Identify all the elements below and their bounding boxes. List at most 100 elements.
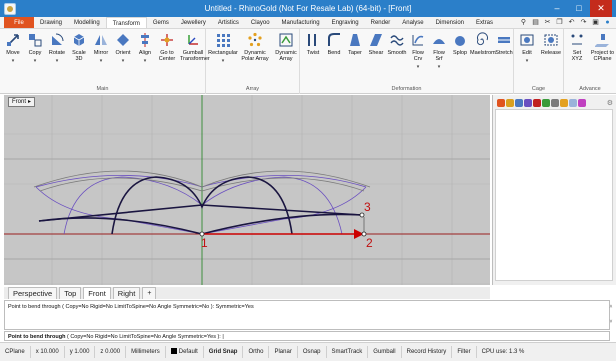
record-history-toggle[interactable]: Record History	[402, 346, 453, 358]
gumball-transformer-button[interactable]: Gumball Transformer	[180, 32, 210, 62]
undo-icon[interactable]: ↶	[567, 18, 576, 27]
palette-icon[interactable]	[578, 99, 586, 107]
tab-engraving[interactable]: Engraving	[326, 17, 365, 28]
maelstrom-button[interactable]: Maelstrom	[470, 32, 496, 56]
orient-icon	[117, 34, 129, 46]
stretch-button[interactable]: Stretch	[494, 32, 514, 56]
tab-right[interactable]: Right	[112, 287, 141, 299]
tab-gems[interactable]: Gems	[147, 17, 175, 28]
dynamic-polar-array-button[interactable]: Dynamic Polar Array	[240, 32, 270, 62]
gear-icon[interactable]: ⚙	[607, 99, 613, 107]
splop-button[interactable]: Splop	[449, 32, 471, 56]
minimize-icon[interactable]: –	[546, 0, 568, 17]
flow-surface-icon	[433, 39, 445, 44]
ribbon-tab-row: File Drawing Modelling Transform Gems Je…	[0, 17, 616, 29]
cut-icon[interactable]: ✂	[543, 18, 552, 27]
rotate-button[interactable]: Rotate ▾	[46, 32, 68, 64]
taper-button[interactable]: Taper	[344, 32, 366, 56]
tab-render[interactable]: Render	[365, 17, 397, 28]
layer-color-swatch	[170, 348, 177, 355]
bend-button[interactable]: Bend	[323, 32, 345, 56]
add-viewport-tab-button[interactable]: +	[142, 287, 157, 299]
tab-analyse[interactable]: Analyse	[396, 17, 429, 28]
window-controls: – □ ✕	[546, 0, 612, 17]
tab-extras[interactable]: Extras	[470, 17, 499, 28]
scale-3d-button[interactable]: Scale 3D	[68, 32, 90, 62]
units[interactable]: Millimeters	[126, 346, 166, 358]
tab-drawing[interactable]: Drawing	[34, 17, 68, 28]
grid-snap-toggle[interactable]: Grid Snap	[204, 346, 244, 358]
help-icon[interactable]: ●	[603, 18, 612, 27]
save-icon[interactable]: ▣	[591, 18, 600, 27]
render-icon[interactable]	[533, 99, 541, 107]
rectangular-array-button[interactable]: Rectangular ▾	[208, 32, 238, 64]
tab-top[interactable]: Top	[59, 287, 82, 299]
pin-icon[interactable]: ⚲	[519, 18, 528, 27]
close-icon[interactable]: ✕	[590, 0, 612, 17]
tab-manufacturing[interactable]: Manufacturing	[276, 17, 326, 28]
viewport-title[interactable]: Front ▸	[8, 97, 36, 107]
tab-artistics[interactable]: Artistics	[212, 17, 245, 28]
set-xyz-icon	[571, 34, 583, 45]
copy-icon[interactable]: ❐	[555, 18, 564, 27]
rotate-icon	[52, 33, 64, 45]
copy-button[interactable]: Copy ▾	[24, 32, 46, 64]
notes-icon[interactable]	[569, 99, 577, 107]
set-xyz-button[interactable]: Set XYZ	[566, 32, 588, 62]
cage-edit-button[interactable]: Edit ▾	[516, 32, 538, 64]
ortho-toggle[interactable]: Ortho	[243, 346, 270, 358]
tab-clayoo[interactable]: Clayoo	[245, 17, 276, 28]
tab-dimension[interactable]: Dimension	[430, 17, 470, 28]
project-to-cplane-button[interactable]: Project to CPlane	[589, 32, 616, 62]
gumball-toggle[interactable]: Gumball	[368, 346, 402, 358]
tab-front[interactable]: Front	[83, 287, 111, 299]
materials-icon[interactable]	[542, 99, 550, 107]
viewport-canvas[interactable]: 1 2 3	[4, 95, 490, 285]
tab-modelling[interactable]: Modelling	[68, 17, 106, 28]
twist-button[interactable]: Twist	[302, 32, 324, 56]
shear-button[interactable]: Shear	[365, 32, 387, 56]
tab-jewellery[interactable]: Jewellery	[175, 17, 212, 28]
cage-release-button[interactable]: Release	[540, 32, 562, 56]
align-button[interactable]: Align ▾	[134, 32, 156, 64]
right-panel: ⚙	[492, 95, 616, 285]
properties-icon[interactable]	[515, 99, 523, 107]
tab-perspective[interactable]: Perspective	[8, 287, 58, 299]
library-icon[interactable]	[551, 99, 559, 107]
flow-surface-button[interactable]: Flow Srf ▾	[428, 32, 450, 70]
smooth-button[interactable]: Smooth	[386, 32, 408, 56]
maximize-icon[interactable]: □	[568, 0, 590, 17]
mirror-button[interactable]: Mirror ▾	[90, 32, 112, 64]
move-button[interactable]: Move ▾	[2, 32, 24, 64]
coord-y: y 1.000	[65, 346, 96, 358]
align-icon	[141, 33, 149, 47]
coord-z: z 0.000	[95, 346, 127, 358]
orient-button[interactable]: Orient ▾	[112, 32, 134, 64]
point-label-3: 3	[364, 200, 371, 214]
polar-array-icon	[248, 32, 262, 47]
tab-file[interactable]: File	[4, 17, 34, 28]
tab-transform[interactable]: Transform	[105, 17, 147, 28]
viewport-menu-icon[interactable]: ▸	[28, 98, 31, 106]
paste-icon[interactable]: ▤	[531, 18, 540, 27]
display-icon[interactable]	[524, 99, 532, 107]
front-viewport[interactable]: Front ▸ 1 2 3	[4, 95, 490, 285]
osnap-toggle[interactable]: Osnap	[298, 346, 327, 358]
layers-icon[interactable]	[506, 99, 514, 107]
redo-icon[interactable]: ↷	[579, 18, 588, 27]
planar-toggle[interactable]: Planar	[269, 346, 298, 358]
help-panel-icon[interactable]	[560, 99, 568, 107]
command-scroll[interactable]: ˄ ˅	[608, 300, 614, 330]
filter-toggle[interactable]: Filter	[452, 346, 477, 358]
go-to-center-button[interactable]: Go to Center	[156, 32, 178, 62]
cage-edit-icon	[520, 34, 534, 46]
command-prompt[interactable]: Point to bend through ( Copy=No Rigid=No…	[4, 331, 610, 341]
ribbon-group-array: Rectangular ▾ Dynamic Polar Array Dynamic…	[206, 29, 300, 94]
smarttrack-toggle[interactable]: SmartTrack	[327, 346, 369, 358]
dynamic-array-button[interactable]: Dynamic Array	[272, 32, 300, 62]
dynamic-array-icon	[279, 33, 293, 47]
current-layer[interactable]: Default	[166, 346, 204, 358]
gem-studio-icon[interactable]	[497, 99, 505, 107]
command-history: Point to bend through ( Copy=No Rigid=No…	[4, 300, 610, 330]
flow-curve-button[interactable]: Flow Crv ▾	[407, 32, 429, 70]
